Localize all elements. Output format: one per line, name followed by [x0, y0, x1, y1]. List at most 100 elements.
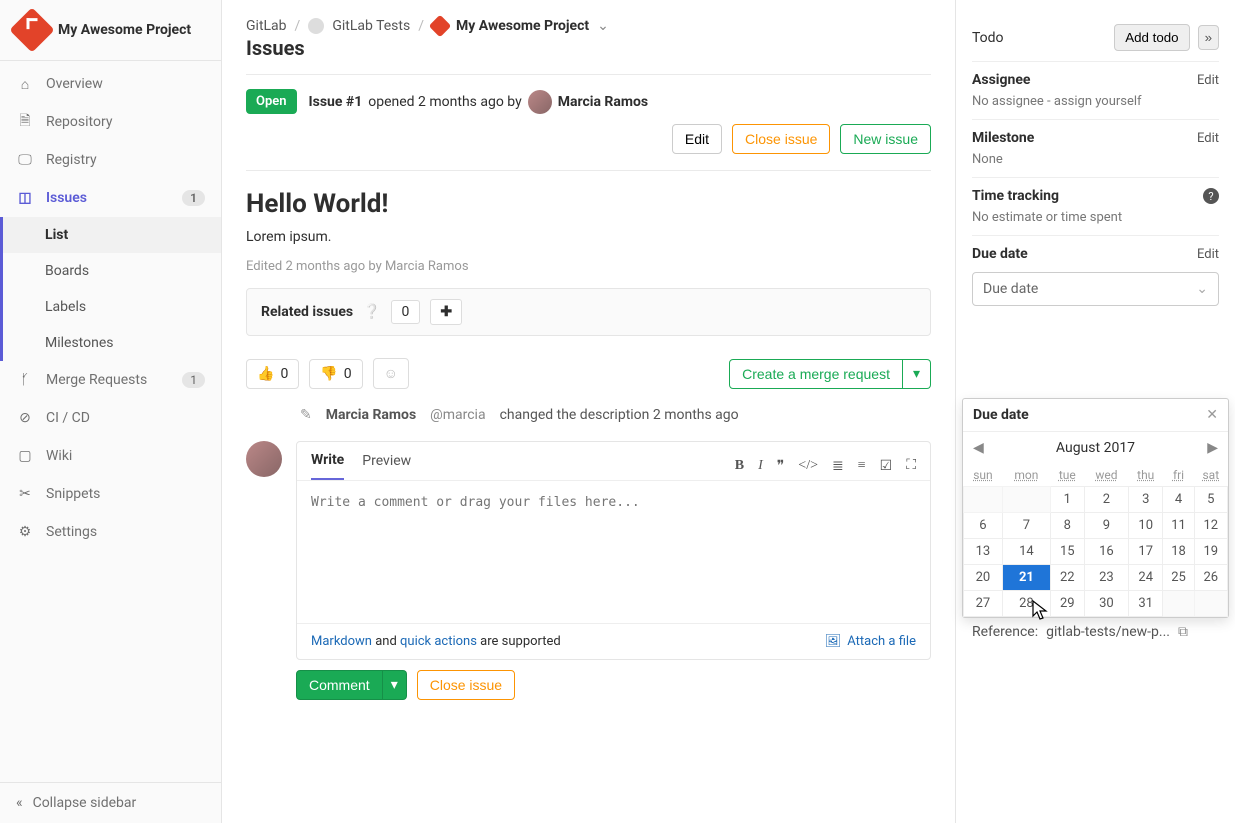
sidebar-item-wiki[interactable]: ▢Wiki	[0, 437, 221, 475]
copy-icon[interactable]: ⧉	[1178, 624, 1188, 640]
add-related-button[interactable]: ✚	[430, 299, 462, 325]
ul-icon[interactable]: ≣	[832, 458, 844, 475]
calendar-day[interactable]: 30	[1084, 591, 1128, 617]
activity-author[interactable]: Marcia Ramos	[326, 407, 416, 423]
sidebar-item-cicd[interactable]: ⊘CI / CD	[0, 399, 221, 437]
calendar-day[interactable]: 29	[1050, 591, 1084, 617]
breadcrumb-project[interactable]: My Awesome Project	[456, 18, 589, 34]
subnav-label: Milestones	[45, 335, 114, 351]
quote-icon[interactable]: ❞	[777, 458, 785, 475]
calendar-day[interactable]: 14	[1002, 539, 1050, 565]
calendar-day[interactable]: 25	[1163, 565, 1194, 591]
calendar-day[interactable]: 7	[1002, 513, 1050, 539]
calendar-day[interactable]: 11	[1163, 513, 1194, 539]
due-date-input[interactable]: Due date ⌄	[972, 272, 1219, 306]
tab-write[interactable]: Write	[311, 452, 344, 480]
calendar-day[interactable]: 26	[1194, 565, 1227, 591]
current-user-avatar[interactable]	[246, 441, 282, 477]
project-header[interactable]: My Awesome Project	[0, 0, 221, 61]
calendar-day[interactable]: 6	[964, 513, 1003, 539]
chevron-down-icon[interactable]: ⌄	[597, 18, 609, 34]
sidebar-item-repository[interactable]: 🗎Repository	[0, 103, 221, 141]
calendar-day[interactable]: 10	[1129, 513, 1163, 539]
milestone-edit[interactable]: Edit	[1197, 131, 1219, 146]
edit-issue-button[interactable]: Edit	[672, 124, 722, 154]
author-avatar[interactable]	[528, 90, 552, 114]
collapse-sidebar-button[interactable]: « Collapse sidebar	[0, 782, 221, 823]
subnav-labels[interactable]: Labels	[3, 289, 221, 325]
sidebar-item-settings[interactable]: ⚙Settings	[0, 513, 221, 551]
comment-actions: Comment ▾ Close issue	[296, 670, 931, 700]
sidebar-item-merge-requests[interactable]: ᚶMerge Requests1	[0, 361, 221, 399]
help-icon[interactable]: ?	[1203, 188, 1219, 204]
comment-dropdown[interactable]: ▾	[383, 670, 407, 700]
calendar-day[interactable]: 9	[1084, 513, 1128, 539]
calendar-day[interactable]: 22	[1050, 565, 1084, 591]
create-mr-dropdown[interactable]: ▾	[903, 359, 931, 389]
expand-sidebar-button[interactable]: »	[1198, 25, 1219, 50]
author-name[interactable]: Marcia Ramos	[558, 94, 648, 110]
bold-icon[interactable]: B	[735, 458, 744, 475]
smile-icon: ☺	[384, 365, 398, 382]
close-icon[interactable]: ✕	[1206, 407, 1218, 423]
subnav-label: Boards	[45, 263, 89, 279]
calendar-day[interactable]: 28	[1002, 591, 1050, 617]
sidebar-item-issues[interactable]: ◫Issues1	[0, 179, 221, 217]
thumbs-down-button[interactable]: 👎0	[309, 359, 362, 389]
calendar-day[interactable]: 24	[1129, 565, 1163, 591]
subnav-milestones[interactable]: Milestones	[3, 325, 221, 361]
calendar-day[interactable]: 13	[964, 539, 1003, 565]
calendar-day[interactable]: 1	[1050, 487, 1084, 513]
assignee-value[interactable]: No assignee - assign yourself	[972, 94, 1219, 109]
breadcrumb-group[interactable]: GitLab Tests	[332, 18, 410, 34]
tab-preview[interactable]: Preview	[362, 453, 411, 479]
add-todo-button[interactable]: Add todo	[1114, 24, 1189, 51]
code-icon[interactable]: </>	[798, 458, 818, 475]
calendar-day[interactable]: 16	[1084, 539, 1128, 565]
calendar-day[interactable]: 4	[1163, 487, 1194, 513]
calendar-day[interactable]: 19	[1194, 539, 1227, 565]
italic-icon[interactable]: I	[758, 458, 763, 475]
next-month-button[interactable]: ▶	[1207, 440, 1218, 456]
editor-area	[297, 481, 930, 623]
calendar-day[interactable]: 17	[1129, 539, 1163, 565]
comment-textarea[interactable]	[311, 495, 916, 605]
attach-file-button[interactable]: 🖼 Attach a file	[825, 634, 916, 649]
sidebar-item-overview[interactable]: ⌂Overview	[0, 65, 221, 103]
calendar-day[interactable]: 15	[1050, 539, 1084, 565]
editor-tabs: Write Preview B I ❞ </> ≣ ≡ ☑ ⛶	[297, 442, 930, 481]
markdown-link[interactable]: Markdown	[311, 634, 372, 649]
subnav-list[interactable]: List	[3, 217, 221, 253]
subnav-boards[interactable]: Boards	[3, 253, 221, 289]
ol-icon[interactable]: ≡	[858, 458, 866, 475]
calendar-day[interactable]: 23	[1084, 565, 1128, 591]
task-icon[interactable]: ☑	[880, 458, 893, 475]
calendar-day[interactable]: 2	[1084, 487, 1128, 513]
new-issue-button[interactable]: New issue	[840, 124, 931, 154]
create-mr-button[interactable]: Create a merge request	[729, 359, 903, 389]
add-emoji-button[interactable]: ☺	[373, 358, 409, 389]
calendar-day[interactable]: 27	[964, 591, 1003, 617]
calendar-day[interactable]: 18	[1163, 539, 1194, 565]
fullscreen-icon[interactable]: ⛶	[906, 458, 916, 475]
calendar-day[interactable]: 5	[1194, 487, 1227, 513]
calendar-day[interactable]: 12	[1194, 513, 1227, 539]
calendar-day[interactable]: 20	[964, 565, 1003, 591]
sidebar-item-snippets[interactable]: ✂Snippets	[0, 475, 221, 513]
calendar-day[interactable]: 21	[1002, 565, 1050, 591]
close-issue-button[interactable]: Close issue	[732, 124, 830, 154]
thumbs-up-button[interactable]: 👍0	[246, 359, 299, 389]
breadcrumb-root[interactable]: GitLab	[246, 18, 287, 34]
activity-handle[interactable]: @marcia	[430, 407, 485, 423]
calendar-day[interactable]: 31	[1129, 591, 1163, 617]
calendar-day[interactable]: 8	[1050, 513, 1084, 539]
assignee-edit[interactable]: Edit	[1197, 73, 1219, 88]
comment-button[interactable]: Comment	[296, 670, 383, 700]
quick-actions-link[interactable]: quick actions	[400, 634, 477, 649]
help-icon[interactable]: ❔	[363, 304, 380, 320]
sidebar-item-registry[interactable]: 🖵Registry	[0, 141, 221, 179]
prev-month-button[interactable]: ◀	[973, 440, 984, 456]
close-issue-button-2[interactable]: Close issue	[417, 670, 515, 700]
due-edit[interactable]: Edit	[1197, 247, 1219, 262]
calendar-day[interactable]: 3	[1129, 487, 1163, 513]
